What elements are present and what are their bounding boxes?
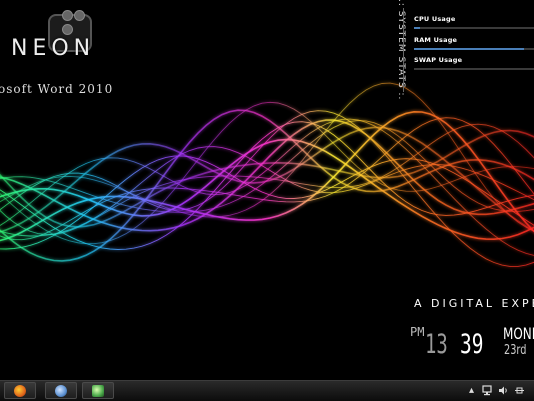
clock-minute: 39 [460, 329, 484, 360]
taskbar-button-app-3[interactable] [82, 382, 114, 399]
launcher-label[interactable]: osoft Word 2010 [0, 82, 113, 96]
ram-usage-row: RAM Usage [414, 36, 534, 50]
brand-title: NEON [11, 36, 96, 61]
firefox-icon [14, 385, 26, 397]
system-tray: ▴ [462, 383, 532, 399]
volume-icon[interactable] [498, 385, 509, 396]
neon-ribbon [0, 118, 534, 256]
system-stats-heading: .: SYSTEM STATS :. [396, 0, 406, 101]
taskbar-button-app-2[interactable] [45, 382, 77, 399]
neon-ribbon [0, 119, 534, 232]
neon-ribbon [0, 138, 534, 241]
clock-date: 23rd [504, 343, 527, 358]
swap-usage-row: SWAP Usage [414, 56, 534, 70]
swap-usage-bar [414, 68, 534, 70]
app-globe-icon [55, 385, 67, 397]
tagline: A DIGITAL EXPER [414, 297, 534, 310]
clock-ampm: PM [410, 325, 425, 339]
taskbar: ▴ [0, 380, 534, 401]
cpu-usage-bar [414, 27, 534, 29]
taskbar-button-firefox[interactable] [4, 382, 36, 399]
clock-hour: 13 [425, 329, 448, 360]
system-stats-panel: .: SYSTEM STATS :. CPU Usage RAM Usage S… [392, 0, 534, 100]
ram-usage-bar [414, 48, 534, 50]
swap-usage-label: SWAP Usage [414, 56, 463, 64]
app-gem-icon [92, 385, 104, 397]
network-icon[interactable] [482, 385, 493, 396]
clock-day: MONDA [503, 324, 534, 343]
neon-ribbon [0, 109, 534, 262]
ram-usage-label: RAM Usage [414, 36, 458, 44]
cpu-usage-row: CPU Usage [414, 15, 534, 29]
system-stats-divider [403, 8, 404, 92]
chevron-up-icon[interactable]: ▴ [466, 385, 477, 396]
cpu-usage-label: CPU Usage [414, 15, 456, 23]
power-icon[interactable] [514, 385, 525, 396]
